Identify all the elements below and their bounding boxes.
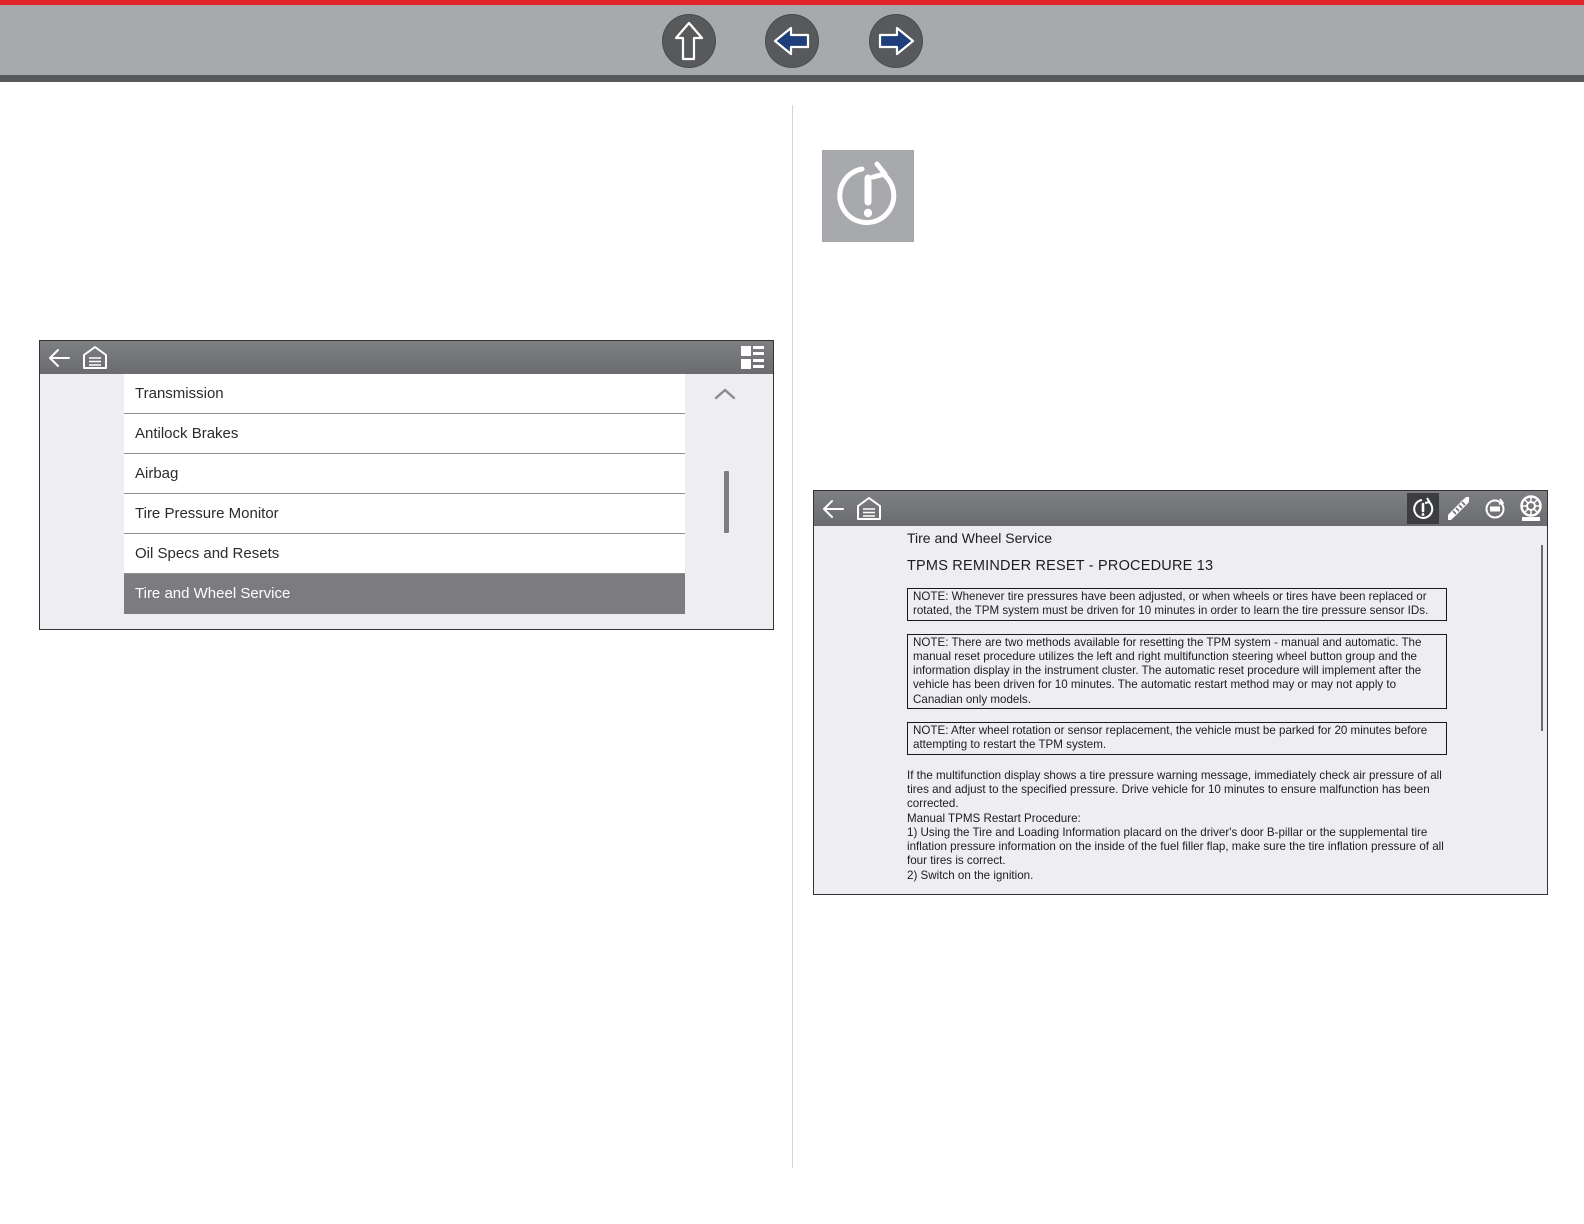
menu-item-airbag[interactable]: Airbag [124,454,685,494]
tpms-reset-button[interactable] [1407,493,1439,524]
menu-item-antilock-brakes[interactable]: Antilock Brakes [124,414,685,454]
tpms-reset-icon [1413,497,1434,519]
procedure-screen: Tire and Wheel Service TPMS REMINDER RES… [813,490,1548,895]
top-navigation-bar [0,0,1584,82]
procedure-step: 2) Switch on the ignition. [907,868,1034,882]
menu-toolbar [40,341,773,374]
document-section-title: Tire and Wheel Service [907,530,1052,546]
up-button[interactable] [663,15,715,67]
note-box: NOTE: There are two methods available fo… [907,633,1447,710]
procedure-text: If the multifunction display shows a tir… [907,769,1455,883]
home-icon[interactable] [856,495,882,522]
procedure-title: TPMS REMINDER RESET - PROCEDURE 13 [907,558,1214,574]
tire-pressure-button[interactable] [1479,493,1511,524]
home-icon[interactable] [82,344,108,371]
column-divider [792,105,793,1168]
procedure-toolbar [814,491,1547,526]
document-scrollbar[interactable] [1541,545,1543,731]
procedure-paragraph: If the multifunction display shows a tir… [907,768,1442,811]
note-box: NOTE: Whenever tire pressures have been … [907,588,1447,621]
procedure-step: 1) Using the Tire and Loading Informatio… [907,825,1444,868]
wheel-button[interactable] [1515,493,1547,524]
procedure-subheading: Manual TPMS Restart Procedure: [907,811,1081,825]
menu-item-oil-specs-and-resets[interactable]: Oil Specs and Resets [124,534,685,574]
tpms-reset-icon [837,161,897,226]
wheel-icon [1520,495,1542,521]
menu-item-tire-pressure-monitor[interactable]: Tire Pressure Monitor [124,494,685,534]
up-arrow-icon [674,21,704,61]
tire-tread-button[interactable] [1443,493,1475,524]
menu-item-transmission[interactable]: Transmission [124,374,685,414]
right-arrow-icon [878,26,915,56]
left-arrow-icon [773,26,810,56]
tpms-reset-tile [822,150,914,242]
tire-tread-icon [1448,497,1469,520]
menu-item-tire-and-wheel-service[interactable]: Tire and Wheel Service [124,574,685,614]
system-menu-list: Transmission Antilock Brakes Airbag Tire… [124,374,685,614]
top-accent-line [0,0,1584,5]
back-arrow-icon[interactable] [46,345,72,371]
list-view-icon[interactable] [740,345,765,370]
back-arrow-icon[interactable] [820,496,846,522]
note-box: NOTE: After wheel rotation or sensor rep… [907,722,1447,755]
forward-button[interactable] [870,15,922,67]
tire-pressure-icon [1485,498,1505,519]
scroll-up-icon[interactable] [710,379,740,409]
top-bar-shadow [0,75,1584,82]
back-button[interactable] [766,15,818,67]
menu-scrollbar[interactable] [724,471,729,533]
system-menu-screen: Transmission Antilock Brakes Airbag Tire… [39,340,774,630]
procedure-document: Tire and Wheel Service TPMS REMINDER RES… [907,525,1457,883]
